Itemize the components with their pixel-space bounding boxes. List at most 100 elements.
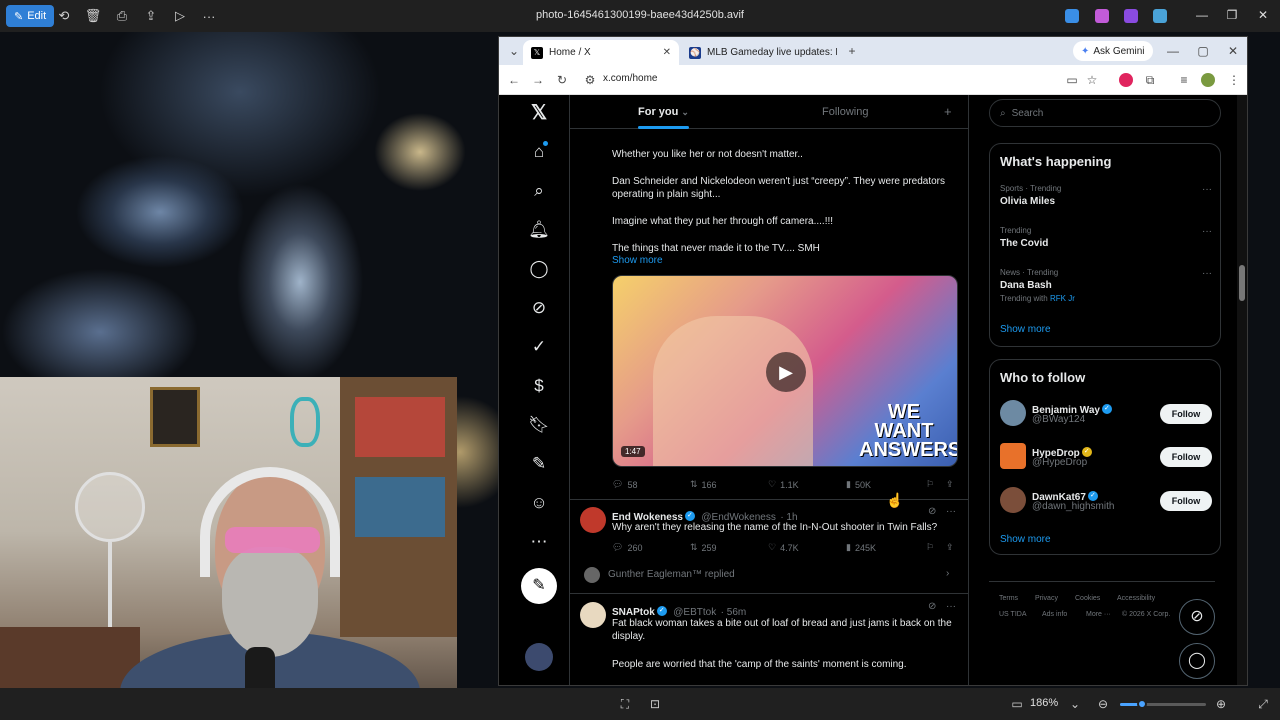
explore-icon[interactable]: ⌕: [519, 179, 559, 203]
reply-button[interactable]: 💬︎ 58: [612, 479, 637, 490]
site-info-icon[interactable]: ⚙: [583, 73, 597, 87]
forward-icon[interactable]: →: [531, 73, 545, 87]
bookmark-button[interactable]: ⚐: [926, 542, 934, 553]
like-button[interactable]: ♡ 1.1K: [768, 479, 799, 490]
footer-link-cookies[interactable]: Cookies: [1075, 595, 1100, 602]
zoom-in-icon[interactable]: ⊕: [1214, 697, 1228, 711]
search-input[interactable]: ⌕ Search: [989, 99, 1221, 127]
follow-button[interactable]: Follow: [1160, 447, 1212, 467]
footer-link-more[interactable]: More ···: [1086, 611, 1111, 618]
trend-more-icon[interactable]: ···: [1202, 268, 1212, 279]
tab-mlb[interactable]: ⚾ MLB Gameday live updates: Pir ✕: [681, 40, 837, 65]
fullscreen-icon[interactable]: ⤢: [1256, 697, 1270, 711]
print-icon[interactable]: ⎙: [114, 8, 130, 24]
profile-icon[interactable]: ☺: [519, 491, 559, 515]
articles-icon[interactable]: ✎: [519, 452, 559, 476]
tab-for-you[interactable]: For you ⌄: [638, 106, 689, 129]
snaptok-avatar[interactable]: [580, 602, 606, 628]
home-icon[interactable]: ⌂: [519, 140, 559, 164]
reading-list-icon[interactable]: ≡: [1177, 73, 1191, 87]
trend-item[interactable]: Trending The Covid ···: [1000, 226, 1212, 260]
page-scrollbar[interactable]: [1237, 95, 1247, 685]
ask-gemini-button[interactable]: ✦ Ask Gemini: [1073, 41, 1153, 61]
play-icon[interactable]: ▶: [766, 352, 806, 392]
grok-fab[interactable]: ⊘: [1179, 599, 1215, 635]
menu-icon[interactable]: ⋮: [1227, 73, 1241, 87]
reload-icon[interactable]: ↻: [555, 73, 569, 87]
trend-item[interactable]: News · Trending Dana Bash Trending with …: [1000, 268, 1212, 314]
scrollbar-thumb[interactable]: [1239, 265, 1245, 301]
zoom-out-icon[interactable]: ⊖: [1096, 697, 1110, 711]
grok-icon[interactable]: ⊘: [519, 296, 559, 320]
tab-following[interactable]: Following: [822, 106, 868, 118]
views-button[interactable]: ▮ 245K: [846, 542, 876, 553]
extensions-icon[interactable]: ⧉: [1143, 73, 1157, 87]
follow-suggestion[interactable]: DawnKat67 ✓ @dawn_highsmith Follow: [1000, 487, 1212, 517]
compose-post-button[interactable]: ✎: [521, 568, 557, 604]
trend-more-icon[interactable]: ···: [1202, 226, 1212, 237]
more-icon[interactable]: ⋯: [519, 530, 559, 554]
footer-link-privacy[interactable]: Privacy: [1035, 595, 1058, 602]
profile-avatar[interactable]: [1201, 73, 1215, 87]
repost-button[interactable]: ⇅ 166: [690, 479, 717, 490]
monetization-icon[interactable]: $: [519, 374, 559, 398]
back-icon[interactable]: ←: [507, 73, 521, 87]
tab-home-x[interactable]: 𝕏 Home / X ✕: [523, 40, 679, 65]
url-field[interactable]: x.com/home: [603, 73, 657, 84]
footer-link-accessibility[interactable]: Accessibility: [1117, 595, 1155, 602]
cast-icon[interactable]: ▭: [1065, 73, 1079, 87]
reply-button[interactable]: 💬︎ 260: [612, 542, 642, 553]
window-maximize-icon[interactable]: ▢: [1196, 44, 1210, 58]
slideshow-icon[interactable]: ▷: [172, 8, 188, 24]
extension-icon-abp[interactable]: [1119, 73, 1133, 87]
show-more-link[interactable]: Show more: [612, 255, 663, 266]
crop-icon[interactable]: ⛶: [618, 697, 632, 711]
trend-with-link[interactable]: RFK Jr: [1050, 294, 1075, 303]
end-wokeness-avatar[interactable]: [580, 507, 606, 533]
repost-button[interactable]: ⇅ 259: [690, 542, 717, 553]
bookmark-star-icon[interactable]: ☆: [1085, 73, 1099, 87]
tab-close-icon[interactable]: ✕: [663, 47, 671, 58]
fit-to-window-icon[interactable]: ▭: [1010, 697, 1024, 711]
messages-fab[interactable]: ◯: [1179, 643, 1215, 679]
more-options-icon[interactable]: ···: [201, 8, 217, 24]
grok-action-icon[interactable]: ⊘: [928, 601, 936, 612]
grok-action-icon[interactable]: ⊘: [928, 506, 936, 517]
video-player[interactable]: ▶ 1:47 WE WANT ANSWERS: [612, 275, 958, 467]
like-button[interactable]: ♡ 4.7K: [768, 542, 799, 553]
account-avatar[interactable]: [525, 643, 553, 671]
delete-icon[interactable]: 🗑: [85, 8, 102, 24]
tab-search-icon[interactable]: ⌄: [507, 44, 521, 58]
app-tray-icon-1[interactable]: [1065, 9, 1079, 23]
minimize-icon[interactable]: —: [1194, 8, 1210, 24]
visual-search-icon[interactable]: ⊡: [648, 697, 662, 711]
rotate-icon[interactable]: ⟲: [56, 8, 72, 24]
trends-show-more-link[interactable]: Show more: [1000, 324, 1051, 335]
window-minimize-icon[interactable]: —: [1166, 44, 1180, 58]
post-more-icon[interactable]: ···: [946, 506, 956, 517]
follow-button[interactable]: Follow: [1160, 491, 1212, 511]
trend-more-icon[interactable]: ···: [1202, 184, 1212, 195]
follow-show-more-link[interactable]: Show more: [1000, 534, 1051, 545]
share-post-button[interactable]: ⇪: [946, 542, 954, 553]
edit-button[interactable]: ✎ Edit: [6, 5, 55, 27]
zoom-dropdown-icon[interactable]: ⌄: [1068, 697, 1082, 711]
app-tray-icon-4[interactable]: [1153, 9, 1167, 23]
footer-link-tida[interactable]: US TIDA: [999, 611, 1027, 618]
zoom-slider[interactable]: [1120, 699, 1206, 709]
replied-row[interactable]: Gunther Eagleman™ replied ›: [584, 567, 956, 583]
verified-orgs-icon[interactable]: ✓: [519, 335, 559, 359]
add-feed-icon[interactable]: +: [944, 104, 952, 119]
new-tab-button[interactable]: +: [845, 44, 859, 58]
follow-suggestion[interactable]: Benjamin Way ✓ @BWay124 Follow: [1000, 400, 1212, 430]
close-icon[interactable]: ✕: [1255, 8, 1271, 24]
footer-link-terms[interactable]: Terms: [999, 595, 1018, 602]
share-post-button[interactable]: ⇪: [946, 479, 954, 490]
bookmark-button[interactable]: ⚐: [926, 479, 934, 490]
share-icon[interactable]: ⇪: [143, 8, 159, 24]
notifications-icon[interactable]: 🔔︎: [519, 218, 559, 242]
views-button[interactable]: ▮ 50K: [846, 479, 871, 490]
x-logo-icon[interactable]: 𝕏: [519, 101, 559, 125]
window-close-icon[interactable]: ✕: [1226, 44, 1240, 58]
footer-link-ads-info[interactable]: Ads info: [1042, 611, 1067, 618]
